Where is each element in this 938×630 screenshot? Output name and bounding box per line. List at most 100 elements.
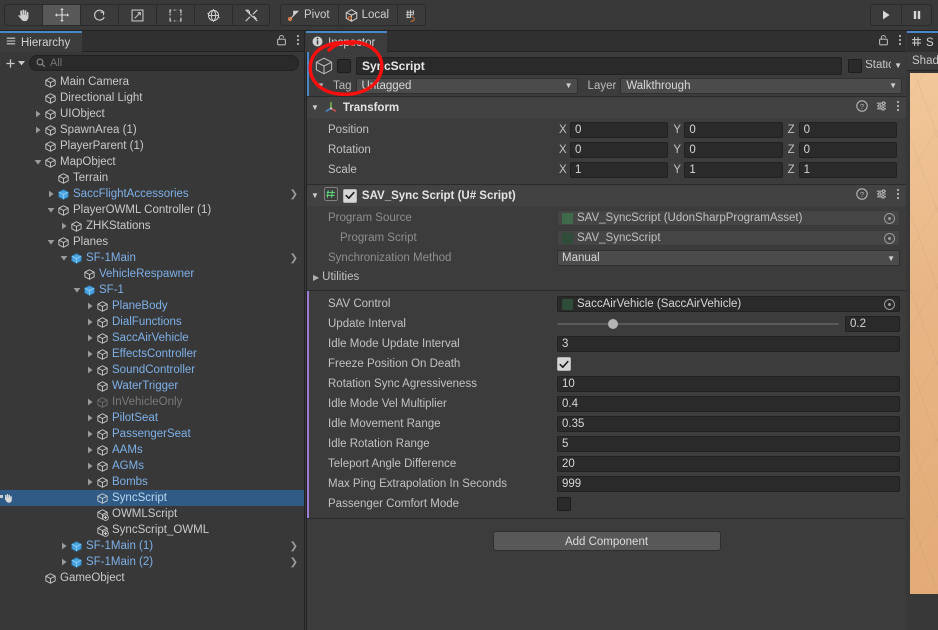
- hierarchy-item-dialfunctions[interactable]: DialFunctions: [0, 314, 304, 330]
- preset-icon[interactable]: [876, 188, 888, 203]
- expand-arrow-icon[interactable]: [57, 542, 70, 550]
- hierarchy-item-mapobject[interactable]: MapObject: [0, 154, 304, 170]
- expand-arrow-icon[interactable]: [83, 302, 96, 310]
- hierarchy-item-saccflightaccessories[interactable]: SaccFlightAccessories ❯: [0, 186, 304, 202]
- expand-arrow-icon[interactable]: [83, 366, 96, 374]
- help-icon[interactable]: ?: [856, 100, 868, 115]
- hierarchy-item-syncscript-owml[interactable]: SyncScript_OWML: [0, 522, 304, 538]
- rotate-tool-button[interactable]: [80, 4, 118, 26]
- expand-arrow-icon[interactable]: [57, 222, 70, 230]
- expand-arrow-icon[interactable]: [83, 446, 96, 454]
- hierarchy-item-sf-1[interactable]: SF-1: [0, 282, 304, 298]
- freeze-position-on-death-checkbox[interactable]: [557, 357, 571, 371]
- tab-hierarchy[interactable]: Hierarchy: [0, 31, 83, 52]
- lock-icon[interactable]: [878, 34, 889, 49]
- expand-arrow-icon[interactable]: [83, 334, 96, 342]
- hierarchy-item-sf-1main[interactable]: SF-1Main ❯: [0, 250, 304, 266]
- hierarchy-tree[interactable]: OWML_Test*Main CameraDirectional LightUI…: [0, 74, 304, 630]
- transform-position-y-field[interactable]: 0: [684, 122, 783, 138]
- update-interval-slider[interactable]: [557, 316, 839, 332]
- transform-position-z-field[interactable]: 0: [798, 122, 897, 138]
- sav-sync-enabled-checkbox[interactable]: [342, 188, 357, 203]
- open-prefab-arrow-icon[interactable]: ❯: [290, 189, 298, 200]
- play-button[interactable]: [870, 4, 901, 26]
- transform-scale-y-field[interactable]: 1: [684, 162, 783, 178]
- max-ping-extrapolation-in-seconds-field[interactable]: 999: [557, 476, 900, 492]
- hierarchy-item-main-camera[interactable]: Main Camera: [0, 74, 304, 90]
- teleport-angle-difference-field[interactable]: 20: [557, 456, 900, 472]
- expand-arrow-icon[interactable]: [83, 350, 96, 358]
- hand-tool-button[interactable]: [4, 4, 42, 26]
- idle-rotation-range-field[interactable]: 5: [557, 436, 900, 452]
- scene-viewport[interactable]: [910, 73, 938, 594]
- rect-tool-button[interactable]: [156, 4, 194, 26]
- hierarchy-item-agms[interactable]: AGMs: [0, 458, 304, 474]
- hierarchy-item-gameobject[interactable]: GameObject: [0, 570, 304, 586]
- expand-arrow-icon[interactable]: [83, 398, 96, 406]
- program-script-field[interactable]: SAV_SyncScript: [557, 230, 900, 246]
- inspector-options-icon[interactable]: [898, 34, 902, 49]
- scene-shading-dropdown[interactable]: Shad: [907, 52, 938, 71]
- object-picker-icon[interactable]: [884, 212, 895, 224]
- hierarchy-item-uiobject[interactable]: UIObject: [0, 106, 304, 122]
- foldout-arrow-icon[interactable]: ▼: [311, 103, 319, 112]
- transform-rotation-x-field[interactable]: 0: [570, 142, 669, 158]
- rotation-sync-agressiveness-field[interactable]: 10: [557, 376, 900, 392]
- tag-dropdown[interactable]: Untagged ▼: [355, 77, 578, 94]
- slider-handle[interactable]: [608, 319, 619, 329]
- hierarchy-item-playerowml-controller-1[interactable]: PlayerOWML Controller (1): [0, 202, 304, 218]
- collapse-arrow-icon[interactable]: [31, 158, 44, 166]
- foldout-arrow-icon[interactable]: ▼: [311, 191, 319, 200]
- collapse-arrow-icon[interactable]: [57, 254, 70, 262]
- static-checkbox[interactable]: [848, 58, 863, 73]
- hierarchy-item-watertrigger[interactable]: WaterTrigger: [0, 378, 304, 394]
- hierarchy-item-directional-light[interactable]: Directional Light: [0, 90, 304, 106]
- open-prefab-arrow-icon[interactable]: ❯: [290, 253, 298, 264]
- expand-arrow-icon[interactable]: [31, 110, 44, 118]
- update-interval-value-field[interactable]: 0.2: [845, 316, 900, 332]
- collapse-arrow-icon[interactable]: [44, 206, 57, 214]
- pause-button[interactable]: [901, 4, 932, 26]
- hierarchy-options-icon[interactable]: [296, 34, 300, 49]
- expand-arrow-icon[interactable]: [83, 462, 96, 470]
- expand-arrow-icon[interactable]: [83, 478, 96, 486]
- move-tool-button[interactable]: [42, 4, 80, 26]
- sync-method-dropdown[interactable]: Manual ▼: [557, 250, 900, 266]
- layer-dropdown[interactable]: Walkthrough ▼: [620, 77, 902, 94]
- tab-inspector[interactable]: Inspector: [306, 31, 388, 52]
- transform-position-x-field[interactable]: 0: [570, 122, 669, 138]
- component-options-icon[interactable]: [896, 188, 900, 203]
- collapse-arrow-icon[interactable]: [70, 286, 83, 294]
- open-prefab-arrow-icon[interactable]: ❯: [290, 557, 298, 568]
- hierarchy-item-bombs[interactable]: Bombs: [0, 474, 304, 490]
- object-picker-icon[interactable]: [884, 298, 895, 310]
- hierarchy-item-aams[interactable]: AAMs: [0, 442, 304, 458]
- expand-arrow-icon[interactable]: [57, 558, 70, 566]
- grid-snap-button[interactable]: [397, 4, 427, 26]
- hierarchy-item-sf-1main-2[interactable]: SF-1Main (2) ❯: [0, 554, 304, 570]
- hierarchy-item-zhkstations[interactable]: ZHKStations: [0, 218, 304, 234]
- hierarchy-item-syncscript[interactable]: SyncScript: [0, 490, 304, 506]
- sav-sync-script-header[interactable]: ▼ SAV_Sync Script (U# Script) ?: [307, 185, 906, 206]
- add-component-button[interactable]: Add Component: [492, 531, 721, 551]
- utilities-foldout[interactable]: ▶ Utilities: [307, 268, 900, 286]
- static-dropdown-icon[interactable]: ▼: [894, 61, 902, 70]
- transform-header[interactable]: ▼ Transform ?: [307, 97, 906, 118]
- open-prefab-arrow-icon[interactable]: ❯: [290, 541, 298, 552]
- component-options-icon[interactable]: [896, 100, 900, 115]
- custom-editor-tool-button[interactable]: [232, 4, 270, 26]
- hierarchy-item-effectscontroller[interactable]: EffectsController: [0, 346, 304, 362]
- hierarchy-item-sf-1main-1[interactable]: SF-1Main (1) ❯: [0, 538, 304, 554]
- help-icon[interactable]: ?: [856, 188, 868, 203]
- hierarchy-item-soundcontroller[interactable]: SoundController: [0, 362, 304, 378]
- transform-rotation-y-field[interactable]: 0: [684, 142, 783, 158]
- create-dropdown-button[interactable]: [5, 58, 25, 69]
- sav-control-object-field[interactable]: SaccAirVehicle (SaccAirVehicle): [557, 296, 900, 312]
- enabled-checkbox[interactable]: [337, 58, 351, 73]
- hierarchy-item-planes[interactable]: Planes: [0, 234, 304, 250]
- hierarchy-item-passengerseat[interactable]: PassengerSeat: [0, 426, 304, 442]
- hierarchy-item-owmlscript[interactable]: OWMLScript: [0, 506, 304, 522]
- expand-arrow-icon[interactable]: [83, 414, 96, 422]
- hierarchy-item-planebody[interactable]: PlaneBody: [0, 298, 304, 314]
- preset-icon[interactable]: [876, 100, 888, 115]
